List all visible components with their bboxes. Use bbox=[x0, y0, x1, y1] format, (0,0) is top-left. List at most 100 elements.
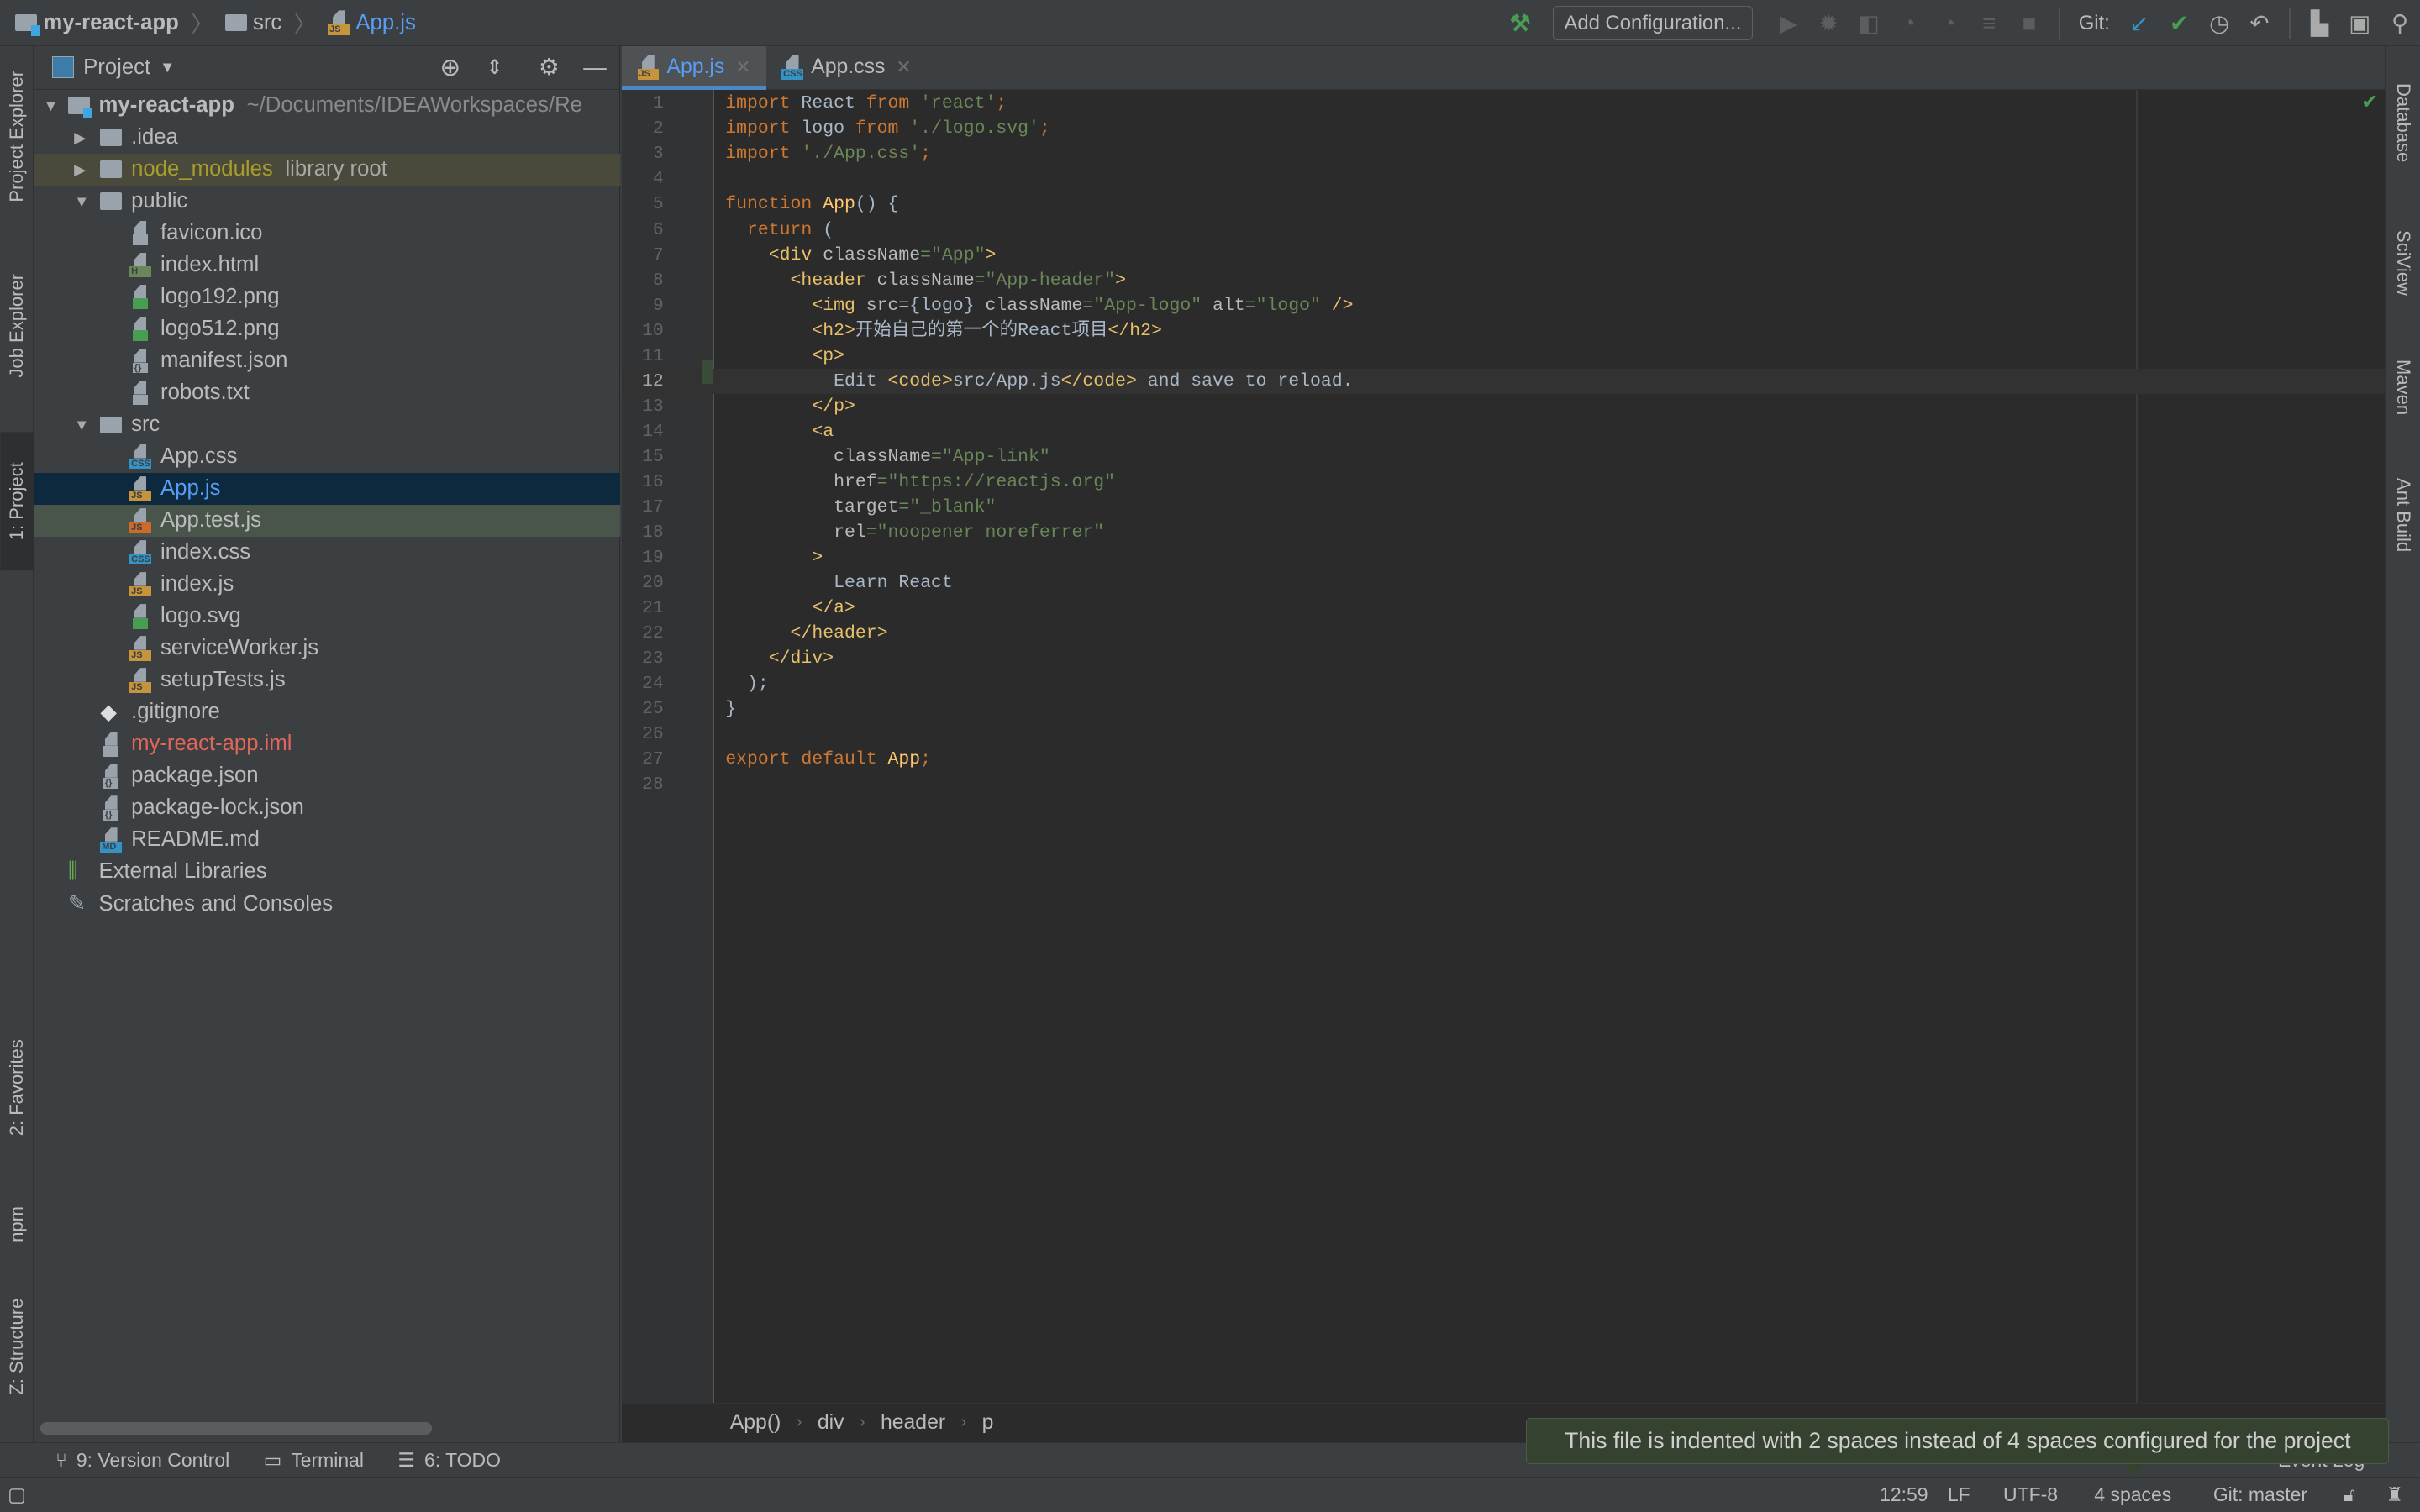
profile-icon[interactable]: ◔ bbox=[1889, 10, 1929, 37]
step-icon[interactable]: ≡ bbox=[1969, 10, 2009, 37]
tree-item[interactable]: favicon.ico bbox=[34, 218, 620, 249]
code-line[interactable]: 10 <h2>开始自己的第一个的React项目</h2> bbox=[622, 318, 2385, 344]
code-line[interactable]: 3 import './App.css'; bbox=[622, 141, 2385, 166]
tab-app-css[interactable]: CSS App.css ✕ bbox=[766, 46, 927, 88]
line-separator[interactable]: LF bbox=[1948, 1483, 1970, 1506]
caret-position[interactable]: 12:59 bbox=[1880, 1483, 1928, 1506]
stop-icon[interactable]: ■ bbox=[2009, 10, 2049, 37]
collapsed-arrow-icon[interactable]: ▶ bbox=[74, 129, 86, 147]
collapse-all-icon[interactable]: ⇕ bbox=[487, 55, 503, 80]
git-rollback-icon[interactable]: ↶ bbox=[2239, 10, 2280, 37]
debug-icon[interactable]: ✹ bbox=[1808, 10, 1849, 37]
code-line[interactable]: 25} bbox=[622, 696, 2385, 722]
tool-version-control[interactable]: ⑂ 9: Version Control bbox=[55, 1449, 229, 1472]
code-line[interactable]: 22 </header> bbox=[622, 621, 2385, 646]
tool-sciview[interactable]: SciView bbox=[2386, 213, 2420, 312]
tool-job-explorer[interactable]: Job Explorer bbox=[0, 262, 34, 389]
chevron-down-icon[interactable]: ▼ bbox=[160, 58, 175, 76]
tree-item[interactable]: JS index.js bbox=[34, 569, 620, 601]
editor-breadcrumb-item[interactable]: div bbox=[818, 1411, 844, 1435]
gear-icon[interactable]: ⚙ bbox=[539, 54, 560, 81]
expanded-arrow-icon[interactable]: ▼ bbox=[74, 416, 89, 434]
tree-item[interactable]: JS App.test.js bbox=[34, 504, 621, 537]
tree-item[interactable]: CSS index.css bbox=[34, 537, 620, 569]
git-update-icon[interactable]: ↙ bbox=[2119, 10, 2160, 37]
tool-database[interactable]: Database bbox=[2386, 65, 2420, 181]
tree-item[interactable]: logo512.png bbox=[34, 313, 620, 345]
tree-item[interactable]: ⫼ External Libraries bbox=[34, 856, 620, 888]
code-line[interactable]: 7 <div className="App"> bbox=[622, 243, 2385, 268]
tree-item[interactable]: ▼ src bbox=[34, 409, 620, 441]
git-commit-icon[interactable]: ✔ bbox=[2160, 10, 2200, 37]
tool-terminal[interactable]: ▭ Terminal bbox=[264, 1449, 364, 1472]
project-view-selector[interactable]: Project bbox=[83, 55, 150, 80]
tree-horizontal-scrollbar[interactable] bbox=[39, 1422, 433, 1436]
tool-maven[interactable]: Maven bbox=[2386, 343, 2420, 433]
code-line[interactable]: 1 import React from 'react'; bbox=[622, 91, 2385, 116]
tree-item[interactable]: ◆ .gitignore bbox=[34, 696, 620, 728]
tool-ant-build[interactable]: Ant Build bbox=[2386, 459, 2420, 570]
tree-item[interactable]: ▼ public bbox=[34, 186, 620, 218]
project-structure-icon[interactable]: ▙ bbox=[2300, 10, 2340, 37]
close-icon[interactable]: ✕ bbox=[896, 56, 911, 78]
code-line[interactable]: 2 import logo from './logo.svg'; bbox=[622, 116, 2385, 141]
code-line[interactable]: 24 ); bbox=[622, 671, 2385, 696]
code-line[interactable]: 11 <p> bbox=[622, 344, 2385, 369]
editor-breadcrumb-item[interactable]: p bbox=[982, 1411, 994, 1435]
code-line[interactable]: 13 </p> bbox=[622, 394, 2385, 419]
file-encoding[interactable]: UTF-8 bbox=[2003, 1483, 2058, 1506]
tree-item[interactable]: logo.svg bbox=[34, 601, 620, 633]
indent-setting[interactable]: 4 spaces bbox=[2094, 1483, 2171, 1506]
expanded-arrow-icon[interactable]: ▼ bbox=[74, 192, 89, 211]
tree-item[interactable]: CSS App.css bbox=[34, 441, 620, 473]
tool-project[interactable]: 1: Project bbox=[0, 432, 34, 571]
git-history-icon[interactable]: ◷ bbox=[2199, 10, 2239, 37]
hector-icon[interactable]: ♜ bbox=[2386, 1483, 2404, 1506]
nav-file[interactable]: App.js bbox=[355, 11, 415, 35]
tool-project-explorer[interactable]: Project Explorer bbox=[0, 59, 34, 213]
tree-item[interactable]: ▼ my-react-app ~/Documents/IDEAWorkspaces/… bbox=[34, 90, 620, 122]
code-line[interactable]: 19 > bbox=[622, 545, 2385, 570]
profile-run-icon[interactable]: ◔ bbox=[1929, 10, 1970, 37]
code-line[interactable]: 18 rel="noopener noreferrer" bbox=[622, 520, 2385, 545]
tree-item[interactable]: {} manifest.json bbox=[34, 345, 620, 377]
hide-icon[interactable]: — bbox=[583, 54, 607, 81]
editor-breadcrumb-item[interactable]: header bbox=[881, 1411, 945, 1435]
locate-icon[interactable]: ⊕ bbox=[439, 53, 460, 82]
code-line[interactable]: 28 bbox=[622, 772, 2385, 797]
build-hammer-icon[interactable]: ⚒ bbox=[1500, 10, 1540, 37]
code-line[interactable]: 21 </a> bbox=[622, 596, 2385, 621]
git-branch[interactable]: Git: master bbox=[2213, 1483, 2307, 1506]
tree-item[interactable]: JS setupTests.js bbox=[34, 664, 620, 696]
tree-item[interactable]: JS serviceWorker.js bbox=[34, 633, 620, 664]
code-line[interactable]: 8 <header className="App-header"> bbox=[622, 268, 2385, 293]
close-icon[interactable]: ✕ bbox=[735, 56, 750, 78]
nav-project[interactable]: my-react-app bbox=[43, 11, 178, 35]
terminal-window-icon[interactable]: ▣ bbox=[2339, 10, 2380, 37]
collapsed-arrow-icon[interactable]: ▶ bbox=[74, 160, 86, 179]
tree-item[interactable]: ▶ .idea bbox=[34, 122, 620, 154]
code-line[interactable]: 20 Learn React bbox=[622, 570, 2385, 596]
tree-item[interactable]: robots.txt bbox=[34, 377, 620, 409]
tool-todo[interactable]: ☰ 6: TODO bbox=[397, 1449, 501, 1472]
code-line[interactable]: 15 className="App-link" bbox=[622, 444, 2385, 470]
run-icon[interactable]: ▶ bbox=[1769, 10, 1809, 37]
tool-favorites[interactable]: 2: Favorites bbox=[0, 1018, 34, 1157]
lock-icon[interactable]: 🔓︎ bbox=[2343, 1483, 2355, 1506]
code-line[interactable]: 23 </div> bbox=[622, 646, 2385, 671]
tree-item[interactable]: ✎ Scratches and Consoles bbox=[34, 888, 620, 920]
tree-item[interactable]: {} package-lock.json bbox=[34, 792, 620, 824]
code-line[interactable]: 16 href="https://reactjs.org" bbox=[622, 470, 2385, 495]
tree-item[interactable]: ▶ node_modules library root bbox=[34, 153, 621, 186]
tree-item[interactable]: MD README.md bbox=[34, 824, 620, 856]
code-line[interactable]: 26 bbox=[622, 722, 2385, 747]
coverage-icon[interactable]: ◧ bbox=[1849, 10, 1889, 37]
expanded-arrow-icon[interactable]: ▼ bbox=[43, 97, 58, 115]
code-line[interactable]: 14 <a bbox=[622, 419, 2385, 444]
tab-app-js[interactable]: JS App.js ✕ bbox=[622, 46, 766, 92]
tree-item[interactable]: my-react-app.iml bbox=[34, 728, 620, 760]
tree-item[interactable]: Hindex.html bbox=[34, 249, 620, 281]
code-line[interactable]: 9 <img src={logo} className="App-logo" a… bbox=[622, 293, 2385, 318]
code-line[interactable]: 6 return ( bbox=[622, 218, 2385, 243]
search-icon[interactable]: ⚲ bbox=[2380, 10, 2420, 37]
